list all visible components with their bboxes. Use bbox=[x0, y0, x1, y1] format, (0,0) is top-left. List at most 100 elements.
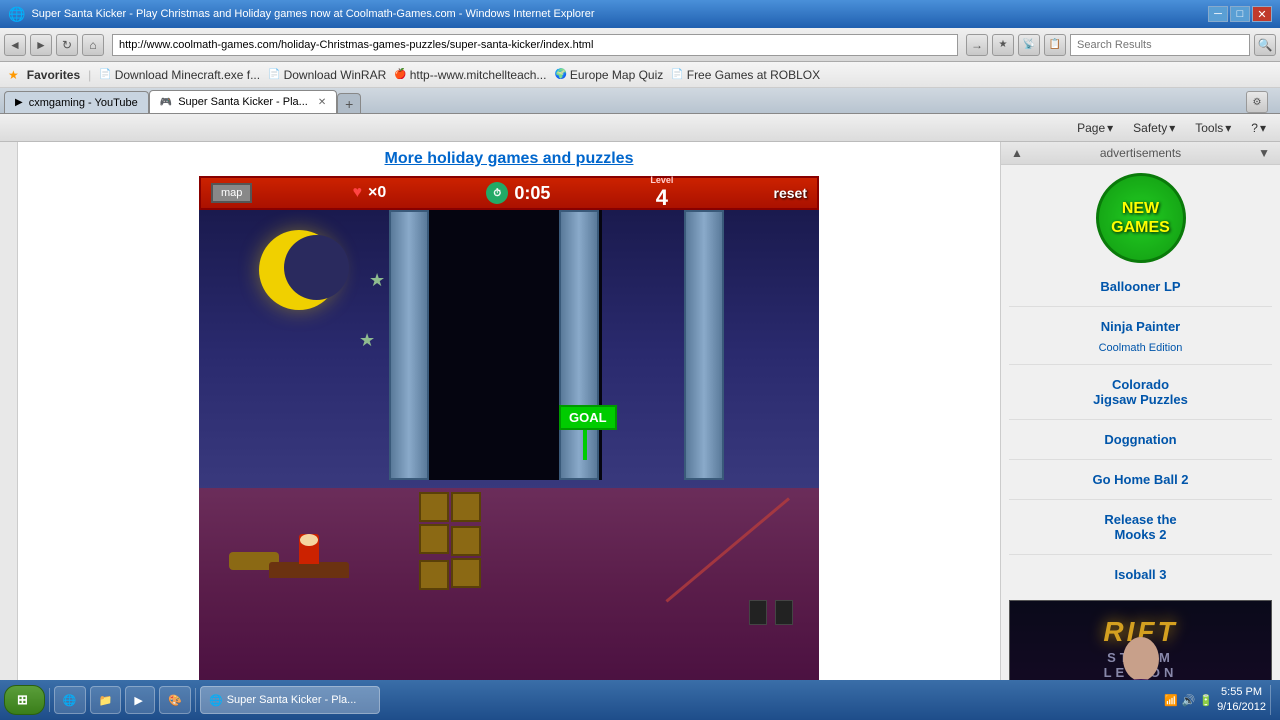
new-tab-button[interactable]: + bbox=[337, 93, 361, 113]
safety-label: Safety bbox=[1133, 121, 1167, 135]
santa-head bbox=[300, 534, 318, 546]
game-hud: map ♥ ×0 ⏱ 0:05 Level 4 reset bbox=[199, 176, 819, 210]
back-button[interactable]: ◄ bbox=[4, 34, 26, 56]
taskbar-media-button[interactable]: ▶ bbox=[125, 686, 155, 714]
search-button[interactable]: 🔍 bbox=[1254, 34, 1276, 56]
level-number: 4 bbox=[656, 185, 668, 211]
game-link-ninja[interactable]: Ninja Painter bbox=[1009, 317, 1272, 336]
pipe-left bbox=[389, 210, 429, 480]
game-link-gohomeball[interactable]: Go Home Ball 2 bbox=[1009, 470, 1272, 489]
hud-left: map bbox=[211, 183, 252, 203]
game-scene[interactable]: ★ ★ ★ bbox=[199, 210, 819, 690]
game-link-release[interactable]: Release theMooks 2 bbox=[1009, 510, 1272, 544]
game-link-doggnation[interactable]: Doggnation bbox=[1009, 430, 1272, 449]
fav-winrar[interactable]: 📄 Download WinRAR bbox=[268, 68, 386, 82]
tray-show-desktop[interactable] bbox=[1270, 685, 1276, 715]
divider-3 bbox=[1009, 419, 1272, 420]
hud-level: Level 4 bbox=[650, 176, 673, 211]
favorites-button[interactable]: ★ bbox=[992, 34, 1014, 56]
tools-menu[interactable]: Tools ▾ bbox=[1189, 119, 1237, 137]
divider-1 bbox=[1009, 306, 1272, 307]
home-button[interactable]: ⌂ bbox=[82, 34, 104, 56]
fav-minecraft[interactable]: 📄 Download Minecraft.exe f... bbox=[99, 68, 260, 82]
hud-lives: ♥ ×0 bbox=[352, 184, 386, 202]
tab-bar: ▶ cxmgaming - YouTube 🎮 Super Santa Kick… bbox=[0, 88, 1280, 114]
taskbar-tray: 📶 🔊 🔋 5:55 PM 9/16/2012 bbox=[1164, 685, 1276, 716]
page-menu[interactable]: Page ▾ bbox=[1071, 119, 1119, 137]
go-button[interactable]: → bbox=[966, 34, 988, 56]
nav-toolbar: ◄ ► ↻ ⌂ → ★ 📡 📋 🔍 bbox=[0, 28, 1280, 62]
divider-5 bbox=[1009, 499, 1272, 500]
maximize-button[interactable]: □ bbox=[1230, 6, 1250, 22]
help-button[interactable]: ? ▾ bbox=[1245, 119, 1272, 137]
game-header-link[interactable]: More holiday games and puzzles bbox=[18, 142, 1000, 176]
fav-roblox[interactable]: 📄 Free Games at ROBLOX bbox=[671, 68, 820, 82]
safety-menu[interactable]: Safety ▾ bbox=[1127, 119, 1181, 137]
title-bar: 🌐 Super Santa Kicker - Play Christmas an… bbox=[0, 0, 1280, 28]
enemy-2 bbox=[775, 600, 793, 625]
refresh-button[interactable]: ↻ bbox=[56, 34, 78, 56]
ads-expand-left[interactable]: ▲ bbox=[1011, 146, 1023, 160]
box-6 bbox=[451, 558, 481, 588]
forward-button[interactable]: ► bbox=[30, 34, 52, 56]
pipe-right bbox=[684, 210, 724, 480]
minimize-button[interactable]: ─ bbox=[1208, 6, 1228, 22]
content-area: More holiday games and puzzles map ♥ ×0 … bbox=[0, 142, 1280, 690]
game-link-ballooner[interactable]: Ballooner LP bbox=[1009, 277, 1272, 296]
tab-close-button[interactable]: ✕ bbox=[318, 97, 326, 108]
taskbar-folder-button[interactable]: 📁 bbox=[90, 686, 122, 714]
moon bbox=[259, 230, 339, 310]
safety-chevron-icon: ▾ bbox=[1169, 121, 1175, 135]
taskbar-ie-button[interactable]: 🌐 bbox=[54, 686, 86, 714]
taskbar-paint-button[interactable]: 🎨 bbox=[159, 686, 191, 714]
new-games-label: NEWGAMES bbox=[1111, 199, 1170, 237]
moon-cutout bbox=[284, 235, 349, 300]
right-sidebar: ▲ advertisements ▼ NEWGAMES Ballooner LP… bbox=[1000, 142, 1280, 690]
hud-timer: ⏱ 0:05 bbox=[486, 182, 550, 204]
feeds-button[interactable]: 📡 bbox=[1018, 34, 1040, 56]
ad-banner[interactable]: RIFT STORM LEGION OUR QUEST NEVER ENDS P… bbox=[1009, 600, 1272, 690]
taskbar-ie-icon: 🌐 bbox=[209, 694, 223, 707]
taskbar-clock[interactable]: 5:55 PM 9/16/2012 bbox=[1217, 685, 1266, 716]
hud-reset: reset bbox=[774, 185, 807, 201]
favorites-bar: ★ Favorites | 📄 Download Minecraft.exe f… bbox=[0, 62, 1280, 88]
address-bar[interactable] bbox=[112, 34, 958, 56]
search-input[interactable] bbox=[1070, 34, 1250, 56]
level-label: Level bbox=[650, 176, 673, 185]
game-favicon: 🎮 bbox=[160, 97, 172, 108]
ninja-sub: Coolmath Edition bbox=[1009, 342, 1272, 354]
command-bar: Page ▾ Safety ▾ Tools ▾ ? ▾ bbox=[0, 114, 1280, 142]
fav-euromap[interactable]: 🌍 Europe Map Quiz bbox=[554, 68, 663, 82]
tab-santa-kicker[interactable]: 🎮 Super Santa Kicker - Pla... ✕ bbox=[149, 90, 337, 113]
sidebar-games: NEWGAMES Ballooner LP Ninja Painter Cool… bbox=[1001, 165, 1280, 592]
close-button[interactable]: ✕ bbox=[1252, 6, 1272, 22]
tools-chevron-icon: ▾ bbox=[1225, 121, 1231, 135]
start-button[interactable]: ⊞ bbox=[4, 685, 45, 715]
taskbar-ie-label: Super Santa Kicker - Pla... bbox=[227, 694, 357, 706]
start-windows-icon: ⊞ bbox=[17, 692, 28, 708]
tab-youtube[interactable]: ▶ cxmgaming - YouTube bbox=[4, 91, 149, 113]
lives-count: ×0 bbox=[368, 184, 386, 202]
favorites-label: Favorites bbox=[27, 68, 80, 82]
game-container[interactable]: map ♥ ×0 ⏱ 0:05 Level 4 reset bbox=[199, 176, 819, 690]
box-4 bbox=[451, 526, 481, 556]
ads-expand-right[interactable]: ▼ bbox=[1258, 146, 1270, 160]
divider-6 bbox=[1009, 554, 1272, 555]
map-button[interactable]: map bbox=[211, 183, 252, 203]
new-games-button[interactable]: NEWGAMES bbox=[1096, 173, 1186, 263]
youtube-favicon: ▶ bbox=[15, 97, 23, 108]
game-link-isoball[interactable]: Isoball 3 bbox=[1009, 565, 1272, 584]
tab-tools-button[interactable]: ⚙ bbox=[1246, 91, 1268, 113]
box-3 bbox=[419, 524, 449, 554]
tab-santa-label: Super Santa Kicker - Pla... bbox=[178, 96, 308, 108]
game-link-colorado[interactable]: ColoradoJigsaw Puzzles bbox=[1009, 375, 1272, 409]
page-label: Page bbox=[1077, 121, 1105, 135]
fav-mitchellteach[interactable]: 🍎 http--www.mitchellteach... bbox=[394, 68, 546, 82]
history-button[interactable]: 📋 bbox=[1044, 34, 1066, 56]
taskbar-ie-window[interactable]: 🌐 Super Santa Kicker - Pla... bbox=[200, 686, 380, 714]
tray-volume-icon: 🔊 bbox=[1182, 694, 1196, 707]
tray-battery-icon: 🔋 bbox=[1199, 694, 1213, 707]
reset-button[interactable]: reset bbox=[774, 185, 807, 201]
moon-shape bbox=[259, 230, 339, 310]
taskbar-separator-2 bbox=[195, 688, 196, 712]
